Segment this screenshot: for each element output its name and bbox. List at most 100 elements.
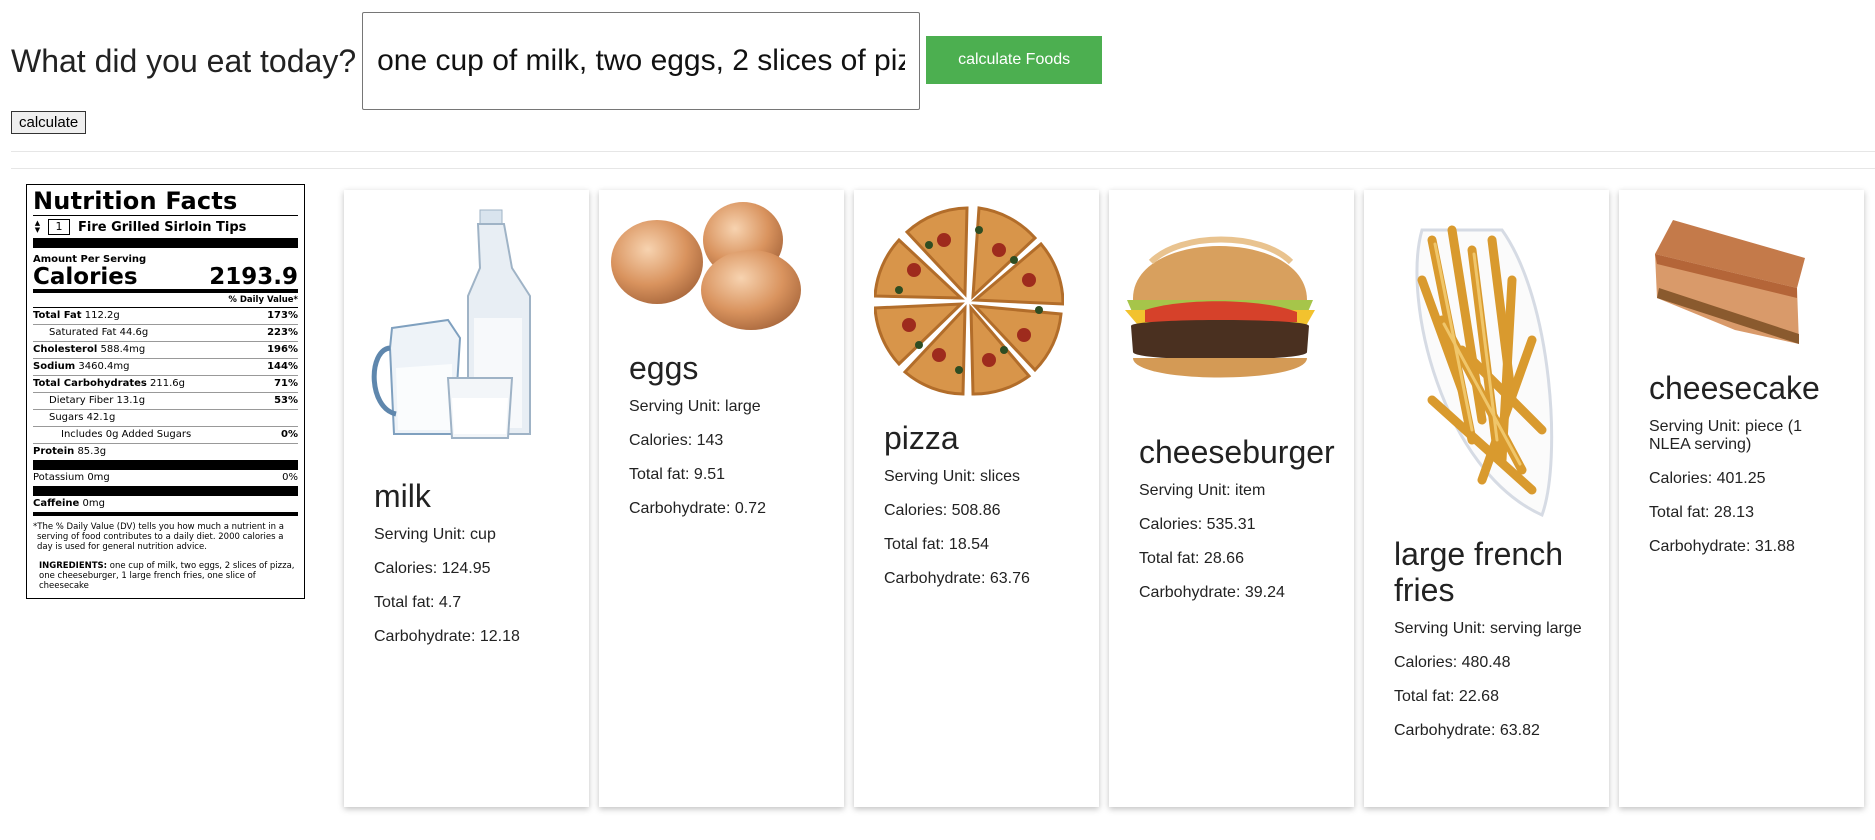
serving-unit: Serving Unit: item [1139,482,1266,499]
serving-quantity-field[interactable]: 1 [48,219,70,235]
milk-image [371,209,531,439]
nutrient-label: Sodium [33,361,76,372]
nutrient-label: Caffeine [33,498,80,509]
ingredients-label: INGREDIENTS: [39,561,108,571]
food-details: pizza Serving Unit: slices Calories: 508… [884,420,1081,604]
food-details: eggs Serving Unit: large Calories: 143 T… [629,350,826,534]
nutrient-value: 44.6g [119,327,149,338]
serving-unit: Serving Unit: piece (1 NLEA serving) [1649,418,1802,453]
nutrient-value: 0mg [82,498,105,509]
food-card-pizza: pizza Serving Unit: slices Calories: 508… [854,190,1099,807]
divider [11,168,1875,169]
food-name: pizza [884,420,959,456]
divider [33,486,298,496]
quantity-spinner[interactable]: ▲ ▼ [33,220,42,234]
serving-unit: Serving Unit: slices [884,468,1021,485]
nutrient-percent: 0% [282,472,298,483]
divider [33,460,298,470]
nutrient-percent: 144% [267,361,298,372]
nutrient-value: 42.1g [86,412,116,423]
food-query-bar: What did you eat today? calculate Foods [11,12,1103,110]
food-card-eggs: eggs Serving Unit: large Calories: 143 T… [599,190,844,807]
nutrient-label: Sugars [49,412,84,423]
nutrient-label: Total Carbohydrates [33,378,147,389]
french-fries-image [1415,225,1554,518]
eggs-image [611,202,801,330]
calories: Calories: 401.25 [1649,470,1766,487]
food-name: cheeseburger [1139,434,1335,470]
calculate-foods-button[interactable]: calculate Foods [926,36,1103,84]
nutrient-row-potassium: Potassium 0mg 0% [33,470,298,486]
nutrient-label: Saturated Fat [49,327,117,338]
calories: Calories: 124.95 [374,560,491,577]
food-card-cheesecake: cheesecake Serving Unit: piece (1 NLEA s… [1619,190,1864,807]
nutrient-label: Potassium [33,472,85,483]
nutrient-row-total-fat: Total Fat 112.2g 173% [33,308,298,325]
food-name: milk [374,478,431,514]
carbohydrate: Carbohydrate: 63.82 [1394,722,1540,739]
food-details: large french fries Serving Unit: serving… [1394,536,1591,756]
calories-label: Calories [33,264,138,290]
carbohydrate: Carbohydrate: 39.24 [1139,584,1285,601]
serving-unit: Serving Unit: serving large [1394,620,1582,637]
nutrient-value: 85.3g [77,446,107,457]
nutrient-value: 588.4mg [100,344,146,355]
food-details: cheesecake Serving Unit: piece (1 NLEA s… [1649,370,1846,572]
nutrient-label: Cholesterol [33,344,98,355]
pizza-image [874,206,1064,396]
nutrient-label: Dietary Fiber [49,395,114,406]
nutrient-percent: 0% [281,429,298,440]
daily-value-header: % Daily Value* [33,293,298,308]
total-fat: Total fat: 28.13 [1649,504,1754,521]
total-fat: Total fat: 28.66 [1139,550,1244,567]
food-card-milk: milk Serving Unit: cup Calories: 124.95 … [344,190,589,807]
nutrition-facts-title: Nutrition Facts [33,187,238,215]
calories: Calories: 535.31 [1139,516,1256,533]
calories-value: 2193.9 [209,264,298,290]
total-fat: Total fat: 4.7 [374,594,462,611]
total-fat: Total fat: 9.51 [629,466,726,483]
cheeseburger-image [1125,236,1315,378]
food-card-large-french-fries: large french fries Serving Unit: serving… [1364,190,1609,807]
nutrient-percent: 196% [267,344,298,355]
food-input[interactable] [362,12,921,110]
food-details: milk Serving Unit: cup Calories: 124.95 … [374,478,571,662]
serving-row: ▲ ▼ 1 Fire Grilled Sirloin Tips [33,216,298,238]
food-name: large french fries [1394,536,1563,608]
nutrient-value: 3460.4mg [78,361,130,372]
nutrition-facts-label: Nutrition Facts ▲ ▼ 1 Fire Grilled Sirlo… [26,184,305,599]
nutrient-label: Total Fat [33,310,82,321]
serving-name: Fire Grilled Sirloin Tips [78,219,247,235]
total-fat: Total fat: 18.54 [884,536,989,553]
nutrient-percent: 223% [267,327,298,338]
divider [33,512,298,516]
nutrient-value: 13.1g [116,395,146,406]
nutrient-row-cholesterol: Cholesterol 588.4mg 196% [33,342,298,359]
nutrient-row-sodium: Sodium 3460.4mg 144% [33,359,298,376]
question-label: What did you eat today? [11,42,357,79]
nutrient-row-dietary-fiber: Dietary Fiber 13.1g 53% [33,393,298,410]
cheesecake-image [1655,220,1805,344]
nutrient-row-caffeine: Caffeine 0mg [33,496,298,512]
daily-value-footnote: *The % Daily Value (DV) tells you how mu… [33,522,284,552]
calories: Calories: 508.86 [884,502,1001,519]
caret-down-icon[interactable]: ▼ [35,227,40,234]
nutrient-value: 112.2g [84,310,120,321]
nutrient-row-sugars: Sugars 42.1g [33,410,298,427]
nutrient-value: 0mg [87,472,110,483]
carbohydrate: Carbohydrate: 12.18 [374,628,520,645]
nutrient-row-protein: Protein 85.3g [33,444,298,460]
nutrient-label: Protein [33,446,75,457]
nutrient-row-saturated-fat: Saturated Fat 44.6g 223% [33,325,298,342]
serving-unit: Serving Unit: cup [374,526,496,543]
carbohydrate: Carbohydrate: 31.88 [1649,538,1795,555]
serving-unit: Serving Unit: large [629,398,761,415]
nutrient-percent: 53% [274,395,298,406]
nutrient-row-added-sugars: Includes 0g Added Sugars 0% [33,427,298,444]
nutrient-row-total-carbohydrates: Total Carbohydrates 211.6g 71% [33,376,298,393]
calories: Calories: 480.48 [1394,654,1511,671]
food-name: eggs [629,350,699,386]
calculate-button[interactable]: calculate [11,111,87,134]
divider [11,151,1875,152]
calories: Calories: 143 [629,432,724,449]
